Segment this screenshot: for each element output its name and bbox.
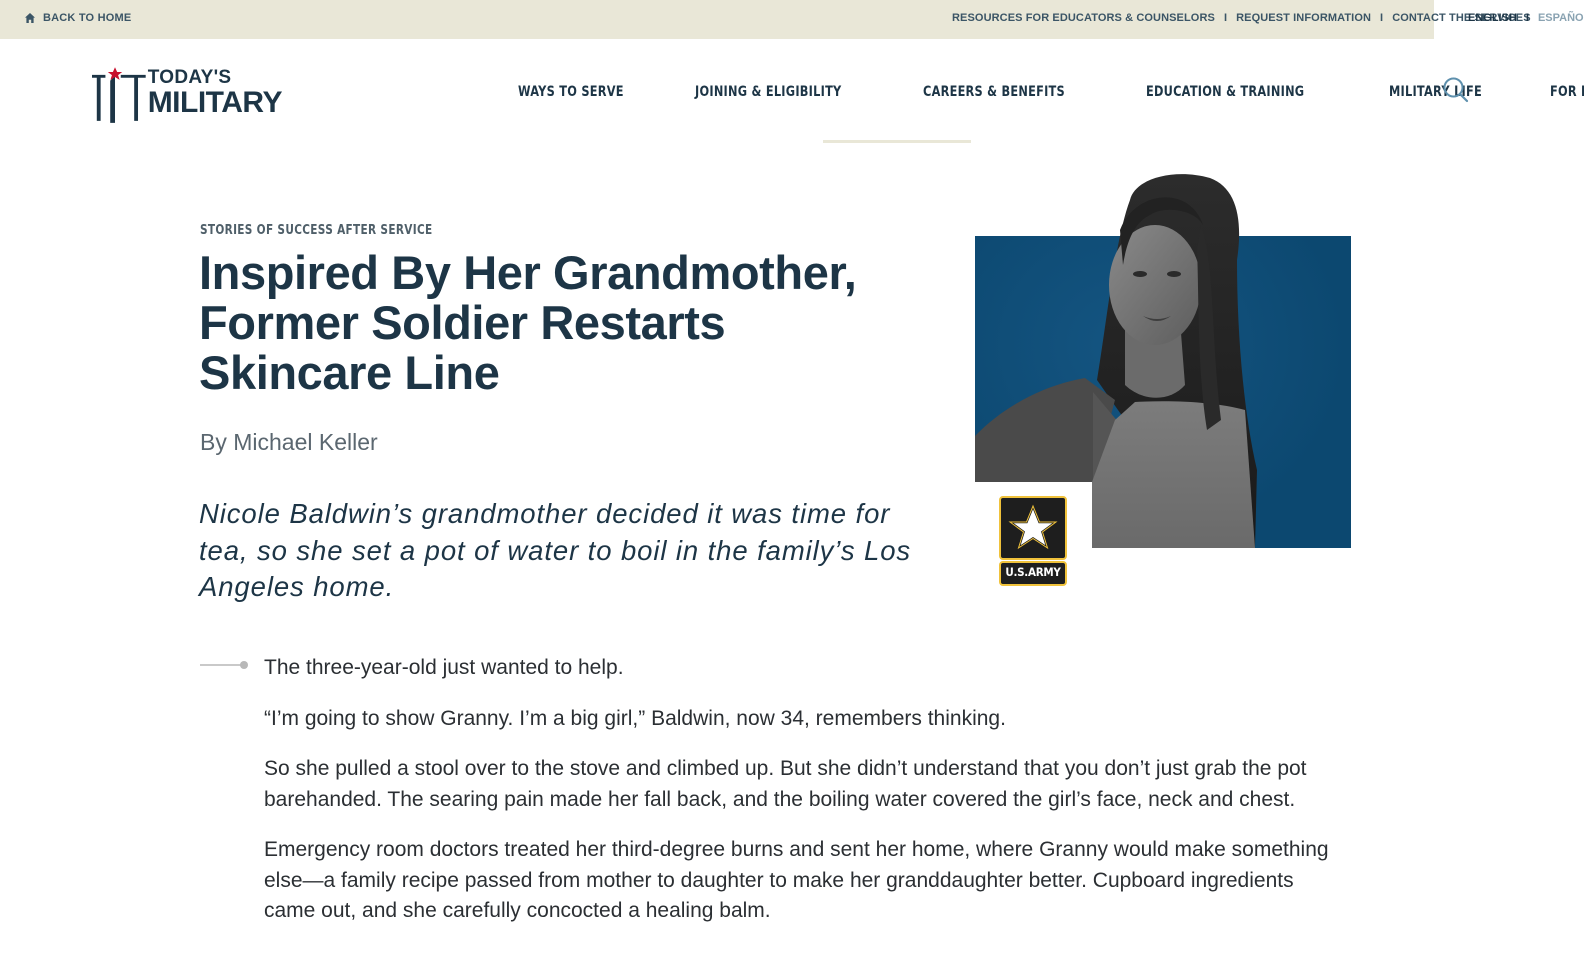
hero-portrait-image bbox=[975, 170, 1351, 550]
nav-careers-benefits[interactable]: CAREERS & BENEFITS bbox=[923, 84, 1065, 100]
logo-wordmark: TODAY'S MILITARY bbox=[147, 67, 283, 119]
article-paragraph: “I’m going to show Granny. I’m a big gir… bbox=[264, 706, 1006, 730]
language-switcher: ENGLISH I ESPAÑOL bbox=[1468, 12, 1584, 24]
main-navigation: WAYS TO SERVE JOINING & ELIGIBILITY CARE… bbox=[518, 84, 1584, 100]
logo-mark-icon bbox=[92, 67, 146, 123]
portrait-figure bbox=[975, 174, 1257, 548]
active-nav-indicator bbox=[823, 140, 971, 143]
article-headline: Inspired By Her Grandmother, Former Sold… bbox=[199, 246, 857, 399]
article-byline: By Michael Keller bbox=[200, 429, 378, 455]
utility-links: RESOURCES FOR EDUCATORS & COUNSELORS I R… bbox=[952, 12, 1531, 24]
article-paragraph: The three-year-old just wanted to help. bbox=[264, 656, 624, 679]
section-divider-line bbox=[200, 664, 242, 666]
language-english-link[interactable]: ENGLISH bbox=[1468, 12, 1517, 24]
army-badge-label: U.S.ARMY bbox=[1005, 565, 1061, 579]
language-espanol-link[interactable]: ESPAÑOL bbox=[1538, 12, 1584, 24]
nav-ways-to-serve[interactable]: WAYS TO SERVE bbox=[518, 84, 624, 100]
resources-educators-link[interactable]: RESOURCES FOR EDUCATORS & COUNSELORS bbox=[952, 12, 1215, 24]
back-to-home-link[interactable]: BACK TO HOME bbox=[24, 12, 131, 24]
article-paragraph: Emergency room doctors treated her third… bbox=[264, 838, 1329, 922]
logo-line-2: MILITARY bbox=[147, 86, 283, 119]
separator: I bbox=[1223, 12, 1228, 24]
article-category: STORIES OF SUCCESS AFTER SERVICE bbox=[200, 222, 433, 238]
nav-education-training[interactable]: EDUCATION & TRAINING bbox=[1146, 84, 1304, 100]
search-button[interactable] bbox=[1442, 76, 1470, 104]
request-information-link[interactable]: REQUEST INFORMATION bbox=[1236, 12, 1371, 24]
section-divider-dot bbox=[240, 661, 248, 669]
article-body: The three-year-old just wanted to help. … bbox=[264, 653, 1334, 947]
separator: I bbox=[1525, 12, 1529, 24]
nav-joining-eligibility[interactable]: JOINING & ELIGIBILITY bbox=[695, 84, 842, 100]
article-paragraph: So she pulled a stool over to the stove … bbox=[264, 757, 1307, 811]
article-lede: Nicole Baldwin’s grandmother decided it … bbox=[199, 498, 912, 602]
back-to-home-label: BACK TO HOME bbox=[43, 12, 132, 24]
search-icon bbox=[1443, 77, 1469, 103]
todays-military-logo[interactable]: TODAY'S MILITARY bbox=[92, 66, 283, 128]
home-icon bbox=[25, 13, 35, 23]
nav-for-parents[interactable]: FOR PARENTS bbox=[1550, 84, 1584, 100]
separator: I bbox=[1380, 12, 1384, 24]
us-army-badge[interactable]: U.S.ARMY bbox=[999, 496, 1067, 586]
logo-line-1: TODAY'S bbox=[147, 67, 232, 88]
